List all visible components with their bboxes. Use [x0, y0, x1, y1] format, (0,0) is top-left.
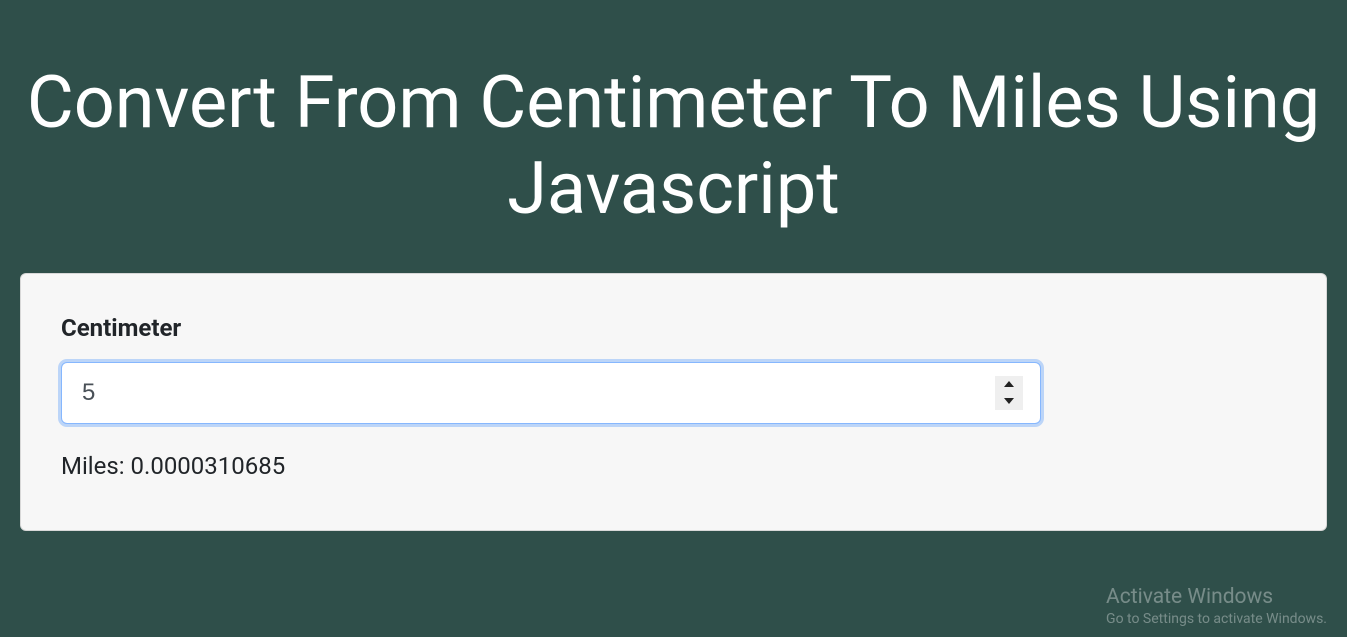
spinner-up-button[interactable] [995, 376, 1023, 393]
chevron-up-icon [1004, 381, 1014, 387]
spinner-down-button[interactable] [995, 393, 1023, 410]
spinner-controls [995, 376, 1023, 410]
centimeter-label: Centimeter [61, 314, 1286, 342]
result-value: 0.0000310685 [131, 452, 286, 480]
converter-card: Centimeter Miles: 0.0000310685 [20, 273, 1327, 531]
windows-activation-watermark: Activate Windows Go to Settings to activ… [1106, 585, 1327, 627]
centimeter-input[interactable] [61, 362, 1041, 424]
page-title: Convert From Centimeter To Miles Using J… [0, 0, 1347, 273]
chevron-down-icon [1004, 398, 1014, 404]
result-label: Miles: [61, 452, 131, 480]
number-input-wrapper [61, 362, 1041, 424]
watermark-title: Activate Windows [1106, 585, 1327, 609]
result-output: Miles: 0.0000310685 [61, 452, 1286, 480]
watermark-subtitle: Go to Settings to activate Windows. [1106, 611, 1327, 627]
